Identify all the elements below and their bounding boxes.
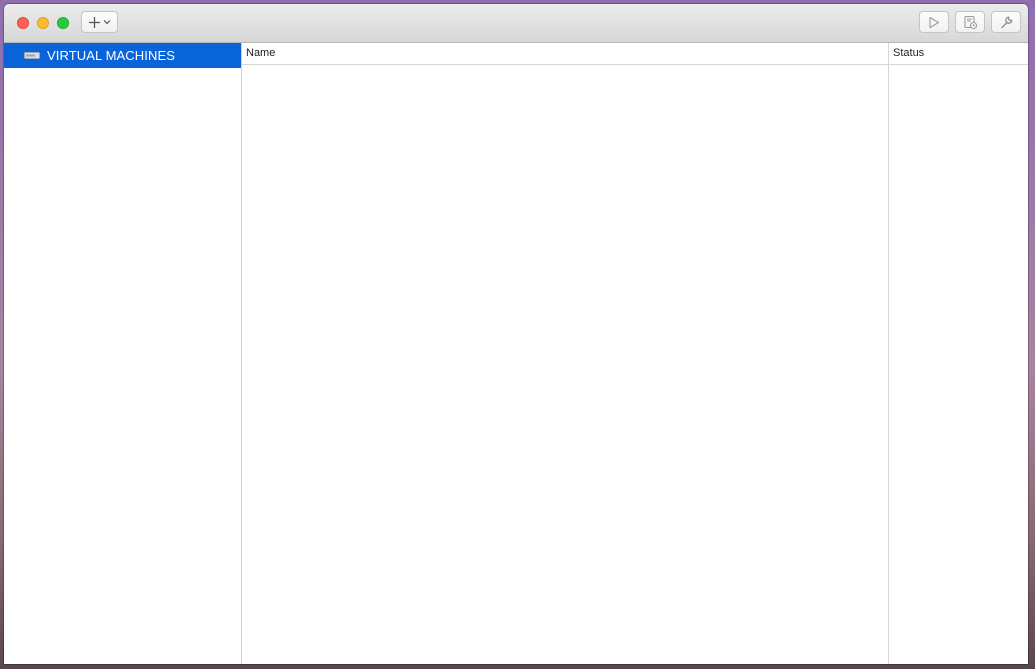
close-window-button[interactable]	[17, 17, 29, 29]
sidebar-item-virtual-machines[interactable]: VIRTUAL MACHINES	[4, 43, 241, 68]
title-bar[interactable]	[4, 4, 1028, 43]
table-header: Name Status	[242, 43, 1028, 65]
plus-icon	[89, 16, 100, 28]
snapshot-icon	[963, 15, 977, 29]
wrench-icon	[1000, 16, 1012, 28]
column-header-status[interactable]: Status	[889, 43, 1028, 64]
minimize-window-button[interactable]	[37, 17, 49, 29]
play-icon	[929, 16, 940, 28]
start-vm-button[interactable]	[919, 11, 949, 33]
drive-icon	[24, 52, 40, 59]
zoom-window-button[interactable]	[57, 17, 69, 29]
vm-table[interactable]: Name Status	[242, 43, 1028, 664]
sidebar-item-label: VIRTUAL MACHINES	[47, 48, 176, 63]
add-vm-button[interactable]	[81, 11, 118, 33]
table-body[interactable]	[242, 65, 1028, 664]
settings-button[interactable]	[991, 11, 1021, 33]
snapshot-button[interactable]	[955, 11, 985, 33]
chevron-down-icon	[103, 20, 111, 25]
column-header-name[interactable]: Name	[242, 43, 888, 64]
sidebar: VIRTUAL MACHINES	[4, 43, 242, 664]
app-window: VIRTUAL MACHINES Name Status	[4, 4, 1028, 664]
